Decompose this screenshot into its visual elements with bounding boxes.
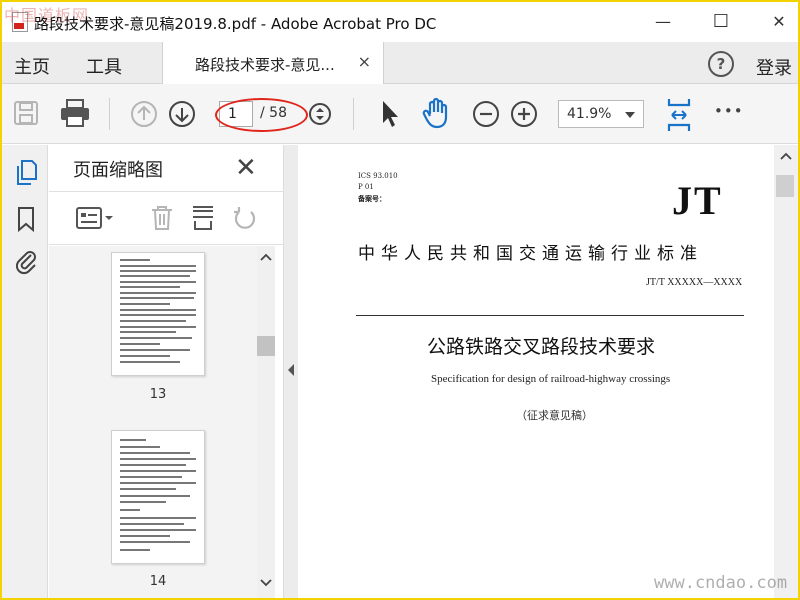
select-cursor-icon[interactable]: [378, 98, 402, 130]
scroll-up-icon[interactable]: [260, 252, 272, 262]
rotate-icon[interactable]: [231, 204, 259, 232]
scroll-down-icon[interactable]: [260, 578, 272, 588]
highlight-ellipse: [215, 98, 308, 132]
extract-pages-icon[interactable]: [189, 204, 217, 232]
toolbar-separator: [353, 98, 354, 130]
toolbar-separator: [109, 98, 110, 130]
fit-page-icon[interactable]: [664, 96, 694, 134]
thumbnail-panel-close-button[interactable]: ✕: [235, 153, 257, 183]
thumbnail-page-13[interactable]: [111, 252, 205, 376]
document-scrollbar[interactable]: [774, 145, 798, 598]
maximize-button[interactable]: ☐: [706, 8, 736, 36]
document-tab-close-button[interactable]: ×: [358, 52, 371, 71]
zoom-select[interactable]: 41.9%: [558, 100, 644, 128]
thumbnail-page-number: 14: [149, 574, 167, 589]
tab-bar: 主页 工具 路段技术要求-意见... × ? 登录: [2, 42, 798, 84]
next-page-icon[interactable]: [168, 100, 196, 128]
thumbnail-toolbar: [49, 191, 284, 245]
tab-document[interactable]: 路段技术要求-意见... ×: [162, 42, 384, 84]
help-icon[interactable]: ?: [708, 51, 734, 77]
zoom-value: 41.9%: [567, 106, 612, 122]
standard-title: 中华人民共和国交通运输行业标准: [358, 244, 703, 264]
print-icon[interactable]: [58, 97, 92, 129]
document-title-cn: 公路铁路交叉路段技术要求: [427, 336, 656, 358]
hand-tool-icon[interactable]: [420, 96, 454, 130]
tab-home[interactable]: 主页: [14, 53, 50, 79]
panel-collapse-handle[interactable]: [284, 145, 298, 598]
thumbnail-page-14[interactable]: [111, 430, 205, 564]
delete-icon[interactable]: [149, 204, 175, 232]
thumbnail-panel: 页面缩略图 ✕ 13 14: [49, 145, 284, 598]
left-navigation-rail: [2, 145, 48, 598]
standard-code: JT/T XXXXX—XXXX: [646, 277, 743, 288]
scroll-up-icon[interactable]: [780, 151, 792, 161]
more-tools-icon[interactable]: •••: [714, 102, 744, 120]
zoom-out-icon[interactable]: [472, 100, 500, 128]
category-line: P 01: [358, 183, 374, 191]
ics-line: ICS 93.010: [358, 172, 398, 180]
tab-tools[interactable]: 工具: [86, 53, 122, 79]
document-scroll-thumb[interactable]: [776, 175, 794, 197]
login-button[interactable]: 登录: [756, 54, 792, 80]
bookmark-icon[interactable]: [14, 205, 38, 233]
title-bar: 中国道板网 路段技术要求-意见稿2019.8.pdf - Adobe Acrob…: [2, 2, 798, 42]
thumbnail-scrollbar[interactable]: [257, 246, 275, 598]
watermark-bottom: www.cndao.com: [654, 573, 788, 593]
attachment-icon[interactable]: [14, 247, 38, 277]
thumbnail-options-icon[interactable]: [75, 206, 115, 230]
document-view[interactable]: ICS 93.010 P 01 备案号： JT 中华人民共和国交通运输行业标准 …: [298, 145, 774, 598]
jt-logo: JT: [672, 178, 723, 223]
page-thumbnails-icon[interactable]: [14, 159, 38, 187]
page-stepper-icon[interactable]: [308, 102, 332, 126]
window-title: 路段技术要求-意见稿2019.8.pdf - Adobe Acrobat Pro…: [34, 15, 437, 33]
zoom-in-icon[interactable]: [510, 100, 538, 128]
pdf-page: ICS 93.010 P 01 备案号： JT 中华人民共和国交通运输行业标准 …: [300, 149, 770, 598]
document-title-en: Specification for design of railroad-hig…: [431, 373, 671, 385]
close-window-button[interactable]: ✕: [764, 8, 794, 36]
collapse-arrow-icon: [288, 364, 294, 376]
thumbnail-list: 13 14: [49, 246, 257, 598]
draft-note: （征求意见稿）: [516, 409, 593, 422]
minimize-button[interactable]: —: [648, 8, 678, 36]
app-window: 中国道板网 路段技术要求-意见稿2019.8.pdf - Adobe Acrob…: [0, 0, 800, 600]
save-icon[interactable]: [12, 99, 40, 127]
title-divider: [356, 315, 744, 316]
thumbnail-page-number: 13: [149, 387, 167, 402]
previous-page-icon[interactable]: [130, 100, 158, 128]
record-number-line: 备案号：: [358, 194, 386, 203]
chevron-down-icon: [625, 112, 635, 118]
ics-code: ICS 93.010 P 01 备案号：: [358, 171, 398, 204]
document-tab-label: 路段技术要求-意见...: [195, 56, 335, 74]
thumbnail-panel-title: 页面缩略图: [73, 160, 163, 181]
thumbnail-scroll-thumb[interactable]: [257, 336, 275, 356]
toolbar: 1 / 58 41.9% •••: [2, 84, 798, 144]
